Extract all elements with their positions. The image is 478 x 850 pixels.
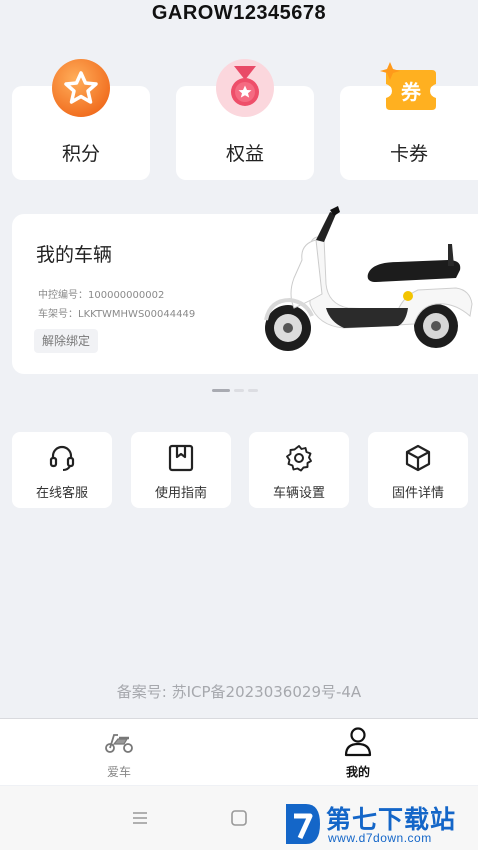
gear-icon [286, 445, 312, 472]
firmware-details-label: 固件详情 [391, 486, 444, 501]
rights-medal-icon [216, 59, 274, 117]
carousel-dot[interactable] [234, 389, 244, 392]
package-cube-icon [405, 444, 431, 472]
firmware-details-button[interactable]: 固件详情 [368, 432, 468, 508]
home-icon[interactable] [230, 809, 248, 827]
tab-mine[interactable]: 我的 [308, 719, 408, 785]
my-vehicle-card[interactable]: 我的车辆 中控编号：100000000002 车架号：LKKTWMHWS0004… [12, 206, 478, 374]
vehicle-settings-label: 车辆设置 [272, 486, 325, 501]
account-title: GAROW12345678 [151, 2, 327, 24]
scooter-image [264, 206, 473, 351]
watermark-url: www.d7down.com [328, 831, 432, 845]
scooter-icon [105, 734, 133, 753]
user-icon [344, 727, 372, 757]
tab-my-car-label: 爱车 [106, 765, 131, 779]
icp-filing-text: 备案号: 苏ICP备2023036029号-4A [116, 683, 362, 701]
rights-card[interactable]: 权益 [176, 59, 314, 180]
headset-icon [49, 445, 75, 471]
user-guide-button[interactable]: 使用指南 [131, 432, 231, 508]
vehicle-settings-button[interactable]: 车辆设置 [249, 432, 349, 508]
coupon-icon-text: 券 [400, 80, 422, 104]
coupon-icon: 券 [380, 62, 436, 110]
coupon-card[interactable]: 券 卡券 [340, 62, 478, 180]
vehicle-title: 我的车辆 [36, 244, 113, 266]
carousel-dot-active[interactable] [212, 389, 230, 392]
guide-book-icon [168, 444, 194, 472]
online-service-button[interactable]: 在线客服 [12, 432, 112, 508]
online-service-label: 在线客服 [35, 486, 88, 501]
points-star-icon [52, 59, 110, 117]
carousel-indicator [212, 389, 258, 392]
tab-my-car[interactable]: 爱车 [69, 719, 169, 785]
watermark-logo: 第七下载站 www.d7down.com [282, 800, 478, 848]
recent-apps-icon[interactable] [131, 810, 149, 826]
tab-mine-label: 我的 [345, 765, 370, 779]
carousel-dot[interactable] [248, 389, 258, 392]
points-card[interactable]: 积分 [12, 59, 150, 180]
coupon-label: 卡券 [389, 143, 428, 165]
bottom-tab-bar: 爱车 我的 [0, 718, 478, 785]
points-label: 积分 [61, 143, 100, 165]
user-guide-label: 使用指南 [154, 486, 207, 501]
rights-label: 权益 [225, 143, 264, 165]
d7-logo-icon [286, 804, 320, 844]
frame-number: 车架号：LKKTWMHWS00044449 [38, 309, 196, 320]
controller-number: 中控编号：100000000002 [38, 290, 165, 301]
unbind-button[interactable]: 解除绑定 [34, 329, 99, 353]
